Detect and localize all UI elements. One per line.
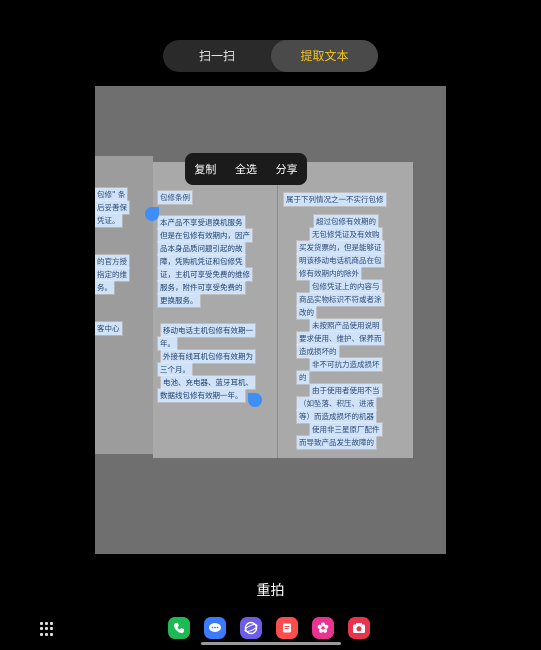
copy-button[interactable]: 复制: [192, 161, 218, 177]
browser-icon[interactable]: [240, 617, 262, 639]
camera-icon[interactable]: [348, 617, 370, 639]
text-block-title[interactable]: 包修条例: [158, 191, 192, 204]
mode-switch: 扫一扫 提取文本: [163, 40, 378, 72]
text-block-left[interactable]: 包修" 条: [95, 188, 128, 201]
text-line[interactable]: 等）而造成损坏的机器: [297, 410, 376, 423]
text-block-left[interactable]: 指定的维: [95, 268, 129, 281]
tab-extract-text[interactable]: 提取文本: [271, 40, 378, 72]
context-menu: 复制 全选 分享: [185, 153, 307, 185]
text-line[interactable]: 超过包修有效期的: [314, 215, 378, 228]
notes-icon[interactable]: [276, 617, 298, 639]
home-indicator: [201, 642, 341, 645]
text-line-selected[interactable]: 外接有线耳机包修有效期为: [161, 350, 255, 363]
text-line[interactable]: 包修凭证上的内容与: [310, 280, 382, 293]
text-line-selected[interactable]: 但是在包修有效期内，因产: [158, 229, 252, 242]
text-line[interactable]: 由于使用者使用不当: [310, 384, 382, 397]
selection-start-handle[interactable]: [145, 207, 159, 221]
text-block-left[interactable]: 凭证。: [95, 214, 122, 227]
text-line-selected[interactable]: 服务，附件可享受免费的: [158, 281, 245, 294]
text-block-left[interactable]: 的官方授: [95, 255, 129, 268]
text-line[interactable]: 要求使用、维护、保养而: [297, 332, 384, 345]
text-line-selected[interactable]: 年。: [158, 337, 177, 350]
text-line[interactable]: 修有效期内的除外: [297, 267, 361, 280]
app-drawer-icon[interactable]: [40, 622, 54, 636]
text-line[interactable]: （如坠落、积压、进液: [297, 397, 376, 410]
text-block-left[interactable]: 务。: [95, 281, 114, 294]
text-line-selected[interactable]: 电池、充电器、蓝牙耳机、: [161, 376, 255, 389]
text-line-selected[interactable]: 本产品不享受退换机服务: [158, 216, 245, 229]
text-line[interactable]: 使用非三星原厂配件: [310, 423, 382, 436]
text-line[interactable]: 改的: [297, 306, 316, 319]
gallery-icon[interactable]: [312, 617, 334, 639]
phone-icon[interactable]: [168, 617, 190, 639]
text-line[interactable]: 明该移动电话机商品在包: [297, 254, 384, 267]
text-line[interactable]: 无包修凭证及有效购: [310, 228, 382, 241]
text-line[interactable]: 的: [297, 371, 309, 384]
text-line-selected[interactable]: 移动电话主机包修有效期一: [161, 324, 255, 337]
text-line[interactable]: 商品实物标识不符或者涂: [297, 293, 384, 306]
text-line[interactable]: 非不可抗力造成损坏: [310, 358, 382, 371]
text-line-selected[interactable]: 证，主机可享受免费的维修: [158, 268, 252, 281]
text-line[interactable]: 而导致产品发生故障的: [297, 436, 376, 449]
text-block-left[interactable]: 客中心: [95, 322, 122, 335]
text-line-selected[interactable]: 品本身品质问题引起的故: [158, 242, 245, 255]
text-line[interactable]: 造成损坏的: [297, 345, 339, 358]
text-line[interactable]: 买发货票的，但是能够证: [297, 241, 384, 254]
text-line-selected[interactable]: 更换服务。: [158, 294, 200, 307]
text-line[interactable]: 未按照产品使用说明: [310, 319, 382, 332]
paper-fold: [277, 162, 278, 458]
messages-icon[interactable]: [204, 617, 226, 639]
selection-end-handle[interactable]: [248, 393, 262, 407]
share-button[interactable]: 分享: [274, 161, 300, 177]
select-all-button[interactable]: 全选: [233, 161, 259, 177]
text-block-left[interactable]: 后妥善保: [95, 201, 129, 214]
text-line-selected[interactable]: 障，凭购机凭证和包修凭: [158, 255, 245, 268]
tab-scan[interactable]: 扫一扫: [163, 40, 271, 72]
retake-button[interactable]: 重拍: [0, 580, 541, 600]
text-line-selected[interactable]: 数据线包修有效期一年。: [158, 389, 245, 402]
text-block-title[interactable]: 属于下列情况之一不实行包修: [284, 193, 386, 206]
text-line-selected[interactable]: 三个月。: [158, 363, 192, 376]
